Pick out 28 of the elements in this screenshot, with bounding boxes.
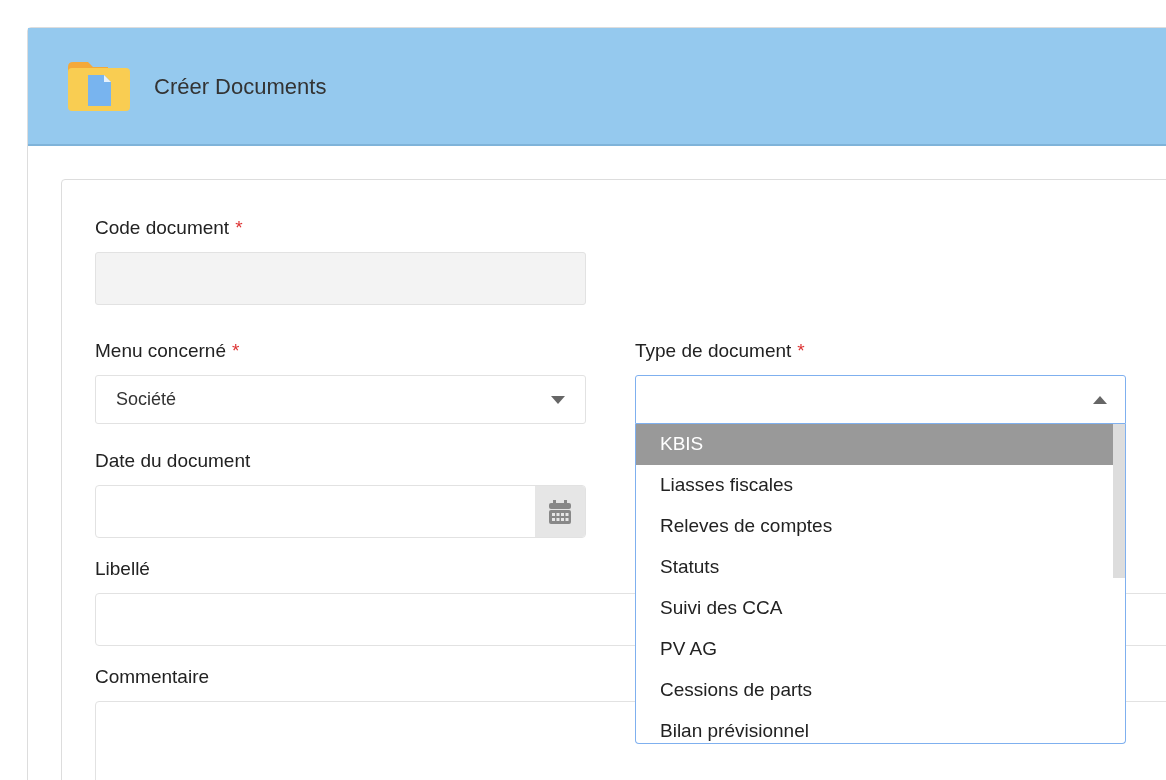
caret-icon: [551, 395, 565, 404]
menu-select[interactable]: Société: [95, 375, 586, 424]
date-field[interactable]: [95, 485, 586, 538]
required-mark: *: [235, 215, 243, 240]
dropdown-option[interactable]: Liasses fiscales: [636, 465, 1113, 506]
field-label: Commentaire: [95, 664, 210, 689]
field-label: Type de document: [635, 338, 792, 363]
field-label: Date du document: [95, 448, 251, 473]
field-label: Libellé: [95, 556, 150, 581]
dropdown-option[interactable]: PV AG: [636, 629, 1113, 670]
dropdown-option[interactable]: Bilan prévisionnel: [636, 711, 1113, 743]
calendar-icon: [549, 499, 571, 524]
page-title: Créer Documents: [154, 72, 327, 101]
dropdown-option[interactable]: Statuts: [636, 547, 1113, 588]
field-label: Code document: [95, 215, 230, 240]
document-type-select[interactable]: [635, 375, 1126, 424]
required-mark: *: [797, 338, 805, 363]
calendar-addon[interactable]: [535, 486, 585, 537]
field-label: Menu concerné: [95, 338, 226, 363]
select-value: Société: [116, 388, 177, 411]
scrollbar[interactable]: [1113, 424, 1125, 578]
comment-field[interactable]: [95, 701, 1166, 780]
caret-icon: [1093, 395, 1107, 404]
dropdown-option[interactable]: Suivi des CCA: [636, 588, 1113, 629]
folder-document-icon: [68, 61, 130, 111]
dropdown-option[interactable]: Cessions de parts: [636, 670, 1113, 711]
required-mark: *: [231, 338, 240, 363]
dropdown-option[interactable]: Releves de comptes: [636, 506, 1113, 547]
